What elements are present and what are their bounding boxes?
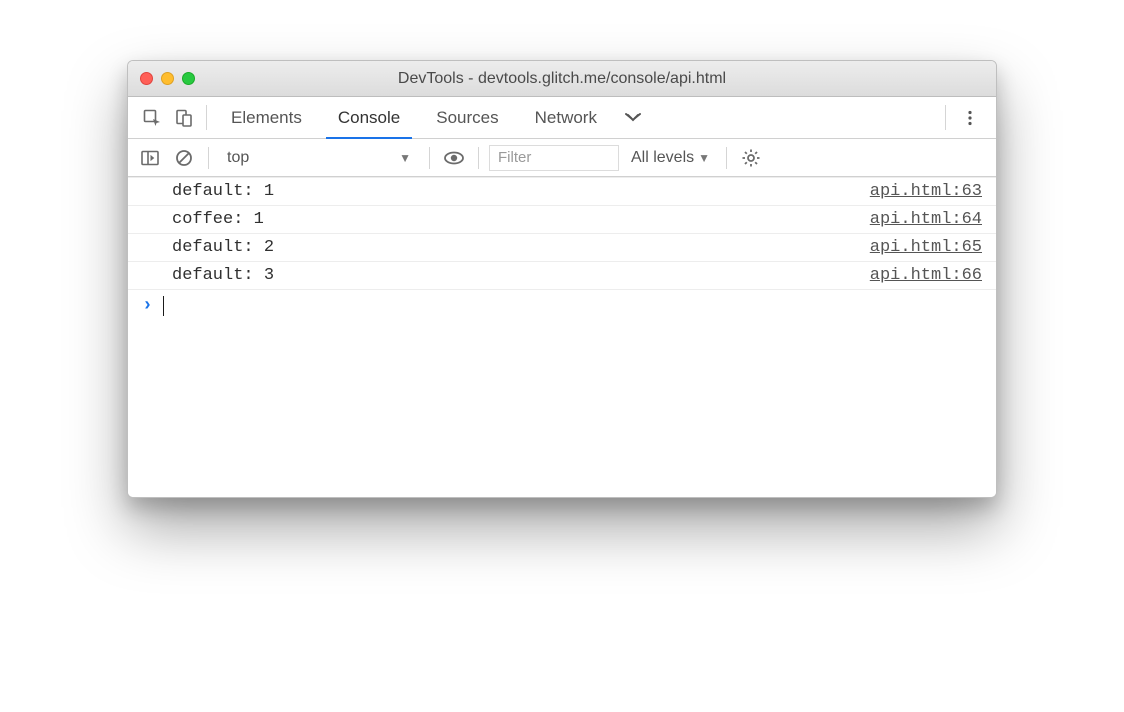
window-title: DevTools - devtools.glitch.me/console/ap… (128, 70, 996, 88)
console-settings-icon[interactable] (737, 145, 765, 171)
close-window-button[interactable] (140, 72, 153, 85)
console-prompt[interactable]: › (128, 290, 996, 322)
tab-label: Network (535, 108, 597, 128)
chevron-down-icon: ▼ (698, 151, 710, 165)
console-log-row: coffee: 1 api.html:64 (128, 206, 996, 234)
log-message: default: 1 (172, 182, 274, 201)
tab-network[interactable]: Network (517, 97, 615, 138)
main-tab-bar: Elements Console Sources Network (128, 97, 996, 139)
separator (945, 105, 946, 130)
zoom-window-button[interactable] (182, 72, 195, 85)
minimize-window-button[interactable] (161, 72, 174, 85)
context-label: top (227, 149, 249, 167)
settings-menu-button[interactable] (952, 97, 988, 138)
log-source-link[interactable]: api.html:64 (870, 210, 982, 229)
toggle-sidebar-icon[interactable] (136, 145, 164, 171)
console-toolbar: top ▼ All levels ▼ (128, 139, 996, 177)
console-log-row: default: 1 api.html:63 (128, 177, 996, 206)
log-source-link[interactable]: api.html:65 (870, 238, 982, 257)
filter-input[interactable] (489, 145, 619, 171)
separator (429, 147, 430, 169)
prompt-chevron-icon: › (142, 296, 153, 316)
execution-context-select[interactable]: top ▼ (219, 149, 419, 167)
log-source-link[interactable]: api.html:66 (870, 266, 982, 285)
log-level-select[interactable]: All levels ▼ (625, 149, 716, 167)
separator (206, 105, 207, 130)
tab-label: Sources (436, 108, 498, 128)
console-log-row: default: 2 api.html:65 (128, 234, 996, 262)
console-log-row: default: 3 api.html:66 (128, 262, 996, 290)
tab-label: Elements (231, 108, 302, 128)
log-message: coffee: 1 (172, 210, 264, 229)
separator (726, 147, 727, 169)
separator (478, 147, 479, 169)
console-output: default: 1 api.html:63 coffee: 1 api.html:6… (128, 177, 996, 497)
window-titlebar: DevTools - devtools.glitch.me/console/ap… (128, 61, 996, 97)
clear-console-icon[interactable] (170, 145, 198, 171)
tab-label: Console (338, 108, 400, 128)
tab-elements[interactable]: Elements (213, 97, 320, 138)
panel-tabs: Elements Console Sources Network (213, 97, 615, 138)
text-cursor (163, 296, 165, 316)
chevron-down-icon: ▼ (399, 151, 411, 165)
inspect-element-icon[interactable] (136, 97, 168, 138)
live-expression-icon[interactable] (440, 145, 468, 171)
log-message: default: 3 (172, 266, 274, 285)
levels-label: All levels (631, 149, 694, 167)
more-tabs-button[interactable] (615, 97, 651, 138)
log-source-link[interactable]: api.html:63 (870, 182, 982, 201)
device-toolbar-icon[interactable] (168, 97, 200, 138)
tab-console[interactable]: Console (320, 97, 418, 138)
devtools-window: DevTools - devtools.glitch.me/console/ap… (127, 60, 997, 498)
separator (208, 147, 209, 169)
log-message: default: 2 (172, 238, 274, 257)
tab-sources[interactable]: Sources (418, 97, 516, 138)
traffic-lights (140, 72, 195, 85)
